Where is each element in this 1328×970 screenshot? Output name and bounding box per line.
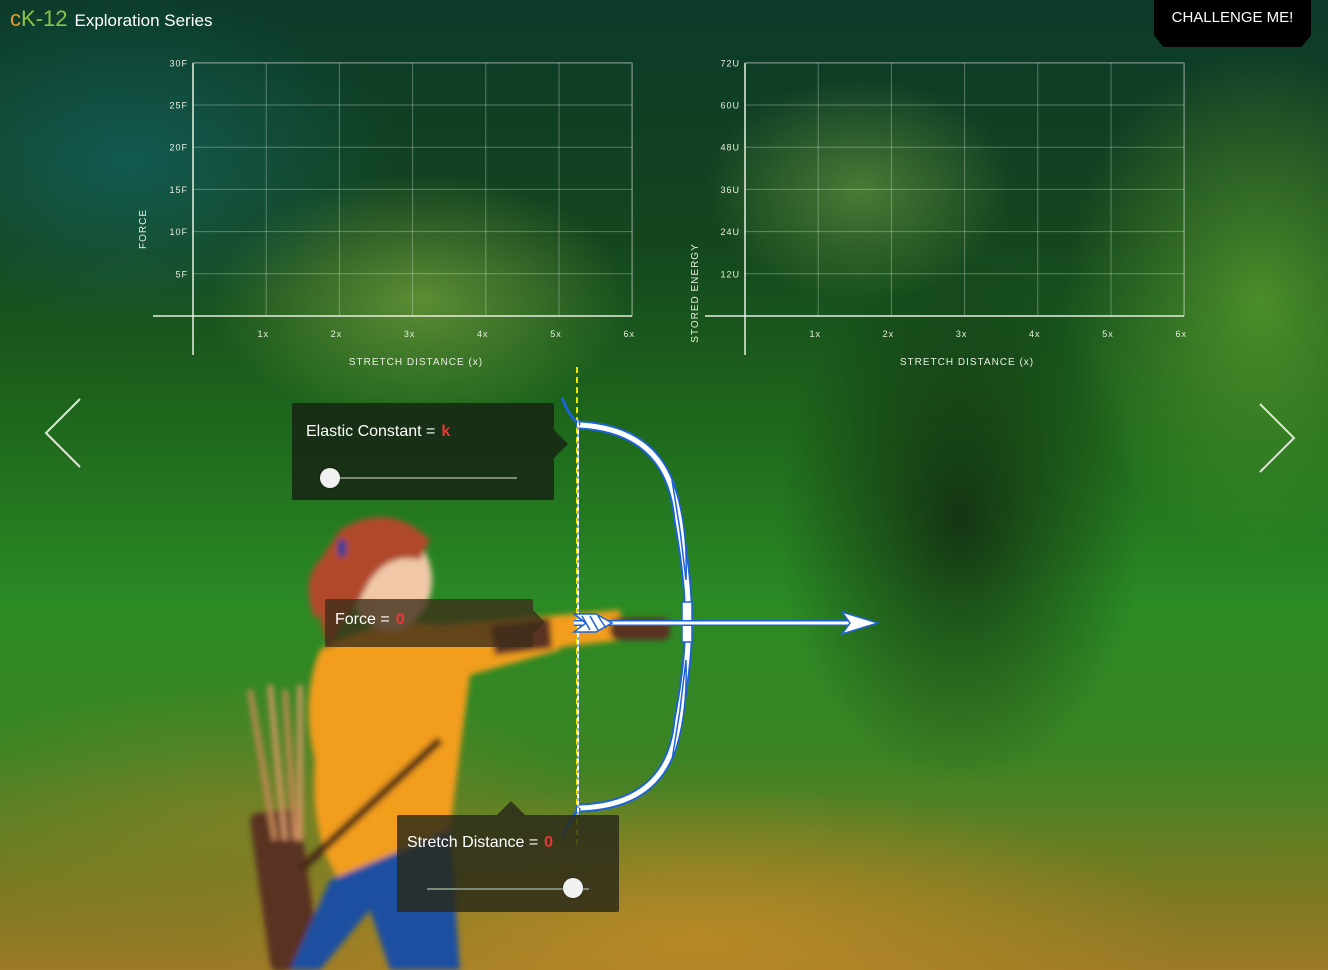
stretch-distance-slider-handle[interactable] [562, 878, 583, 898]
force-chart-xtick-label: 1x [257, 329, 269, 339]
elastic-constant-label-row: Elastic Constant = k [306, 423, 450, 441]
elastic-panel-pointer [554, 430, 568, 458]
energy-chart-xtick-label: 2x [883, 329, 895, 339]
app-title: Exploration Series [74, 11, 213, 30]
energy-chart-ytick-label: 48U [720, 143, 740, 153]
force-chart-xtick-label: 3x [404, 329, 416, 339]
stretch-distance-value: 0 [544, 834, 554, 851]
energy-chart: 12U 24U 36U 48U 60U 72U 1x 2x 3x 4x 5x 6x STORED EN… [682, 55, 1202, 375]
force-chart-xtick-label: 2x [331, 329, 343, 339]
force-chart-xlabel: STRETCH DISTANCE (x) [349, 357, 483, 368]
force-chart-ytick-label: 20F [169, 143, 188, 153]
energy-chart-xlabel: STRETCH DISTANCE (x) [900, 357, 1034, 368]
energy-chart-xtick-label: 6x [1175, 329, 1187, 339]
stretch-distance-label: Stretch Distance = [407, 834, 539, 851]
force-chart-ytick-label: 30F [169, 58, 188, 68]
force-panel: Force = 0 [325, 599, 533, 647]
energy-chart-xtick-label: 3x [956, 329, 968, 339]
force-chart-ytick-label: 5F [175, 269, 188, 279]
force-value: 0 [395, 611, 405, 628]
energy-chart-ytick-label: 60U [720, 101, 740, 111]
energy-chart-xtick-label: 5x [1102, 329, 1114, 339]
energy-chart-svg: 12U 24U 36U 48U 60U 72U 1x 2x 3x 4x 5x 6x STORED EN… [690, 58, 1187, 368]
stretch-panel-pointer [497, 801, 525, 815]
chevron-right-icon[interactable] [1254, 400, 1300, 476]
energy-chart-ylabel: STORED ENERGY [690, 243, 701, 343]
ck12-logo: c K-12 Exploration Series [10, 6, 212, 32]
force-chart-xtick-label: 6x [623, 329, 635, 339]
elastic-constant-slider-handle[interactable] [319, 468, 340, 488]
energy-chart-xtick-label: 1x [809, 329, 821, 339]
elastic-constant-panel: Elastic Constant = k [292, 403, 554, 500]
energy-chart-ytick-label: 24U [720, 227, 740, 237]
elastic-constant-label: Elastic Constant = [306, 423, 436, 440]
force-chart-ytick-label: 10F [169, 227, 188, 237]
elastic-constant-slider-track[interactable] [320, 477, 517, 479]
chevron-left-icon[interactable] [40, 395, 86, 471]
force-chart-svg: 5F 10F 15F 20F 25F 30F 1x 2x 3x 4x 5x 6x FORCE STRE… [138, 58, 635, 368]
logo-c: c [10, 6, 21, 31]
force-chart-ytick-label: 15F [169, 185, 188, 195]
force-chart-ytick-label: 25F [169, 101, 188, 111]
logo-k12: K-12 [21, 6, 68, 31]
energy-chart-ytick-label: 12U [720, 269, 740, 279]
challenge-me-button[interactable]: CHALLENGE ME! [1154, 0, 1311, 47]
force-chart-grid: 5F 10F 15F 20F 25F 30F 1x 2x 3x 4x 5x 6x [153, 58, 635, 355]
force-panel-pointer [533, 610, 545, 634]
bow-and-arrow [560, 397, 881, 839]
force-chart-ylabel: FORCE [138, 209, 149, 249]
energy-chart-ytick-label: 36U [720, 185, 740, 195]
force-chart-xtick-label: 5x [550, 329, 562, 339]
elastic-constant-value: k [441, 423, 451, 440]
stretch-distance-label-row: Stretch Distance = 0 [407, 834, 553, 852]
energy-chart-grid: 12U 24U 36U 48U 60U 72U 1x 2x 3x 4x 5x 6x [705, 58, 1187, 355]
energy-chart-ytick-label: 72U [720, 58, 740, 68]
force-label-row: Force = 0 [335, 611, 405, 629]
stretch-distance-panel: Stretch Distance = 0 [397, 815, 619, 912]
force-chart-xtick-label: 4x [477, 329, 489, 339]
force-label: Force = [335, 611, 390, 628]
force-chart: 5F 10F 15F 20F 25F 30F 1x 2x 3x 4x 5x 6x FORCE STRE… [130, 55, 650, 375]
energy-chart-xtick-label: 4x [1029, 329, 1041, 339]
